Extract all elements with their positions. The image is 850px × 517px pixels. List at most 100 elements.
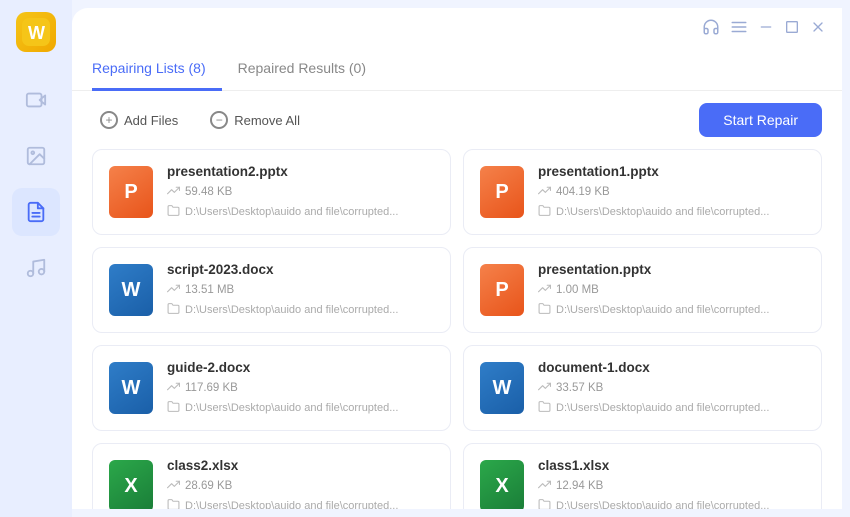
file-path-value: D:\Users\Desktop\auido and file\corrupte… — [556, 304, 769, 316]
sidebar-item-image[interactable] — [12, 132, 60, 180]
file-info: script-2023.docx 13.51 MB D:\Users\Deskt… — [167, 262, 434, 318]
file-type-icon: P — [480, 264, 524, 316]
file-type-icon: W — [480, 362, 524, 414]
file-info: presentation2.pptx 59.48 KB D:\Users\Des… — [167, 164, 434, 220]
maximize-icon[interactable] — [784, 19, 800, 40]
file-path-value: D:\Users\Desktop\auido and file\corrupte… — [185, 206, 398, 218]
size-icon — [538, 380, 551, 396]
folder-icon — [167, 400, 180, 416]
file-path-value: D:\Users\Desktop\auido and file\corrupte… — [556, 206, 769, 218]
file-path-value: D:\Users\Desktop\auido and file\corrupte… — [185, 402, 398, 414]
file-type-icon: X — [480, 460, 524, 509]
file-size: 1.00 MB — [538, 282, 805, 298]
add-files-button[interactable]: + Add Files — [92, 107, 186, 133]
tab-repaired-results[interactable]: Repaired Results (0) — [238, 52, 382, 91]
file-type-icon: X — [109, 460, 153, 509]
file-info: guide-2.docx 117.69 KB D:\Users\Desktop\… — [167, 360, 434, 416]
file-icon-letter: X — [124, 475, 137, 498]
size-icon — [167, 380, 180, 396]
remove-all-button[interactable]: − Remove All — [202, 107, 308, 133]
sidebar: W — [0, 0, 72, 517]
file-card: W document-1.docx 33.57 KB D — [463, 345, 822, 431]
file-name: presentation.pptx — [538, 262, 805, 277]
remove-icon: − — [210, 111, 228, 129]
file-size: 28.69 KB — [167, 478, 434, 494]
file-size-value: 33.57 KB — [556, 382, 603, 394]
file-size: 13.51 MB — [167, 282, 434, 298]
file-name: script-2023.docx — [167, 262, 434, 277]
file-size-value: 1.00 MB — [556, 284, 599, 296]
sidebar-item-music[interactable] — [12, 244, 60, 292]
folder-icon — [538, 498, 551, 509]
main-panel: Repairing Lists (8) Repaired Results (0)… — [72, 8, 842, 509]
file-size-value: 13.51 MB — [185, 284, 234, 296]
file-info: class1.xlsx 12.94 KB D:\Users\Desktop\au… — [538, 458, 805, 509]
size-icon — [538, 282, 551, 298]
file-name: guide-2.docx — [167, 360, 434, 375]
folder-icon — [167, 204, 180, 220]
folder-icon — [167, 498, 180, 509]
folder-icon — [538, 204, 551, 220]
add-files-label: Add Files — [124, 113, 178, 128]
tabs-bar: Repairing Lists (8) Repaired Results (0) — [72, 51, 842, 91]
file-size-value: 59.48 KB — [185, 186, 232, 198]
sidebar-item-video[interactable] — [12, 76, 60, 124]
file-info: presentation1.pptx 404.19 KB D:\Users\De… — [538, 164, 805, 220]
file-path: D:\Users\Desktop\auido and file\corrupte… — [167, 302, 434, 318]
file-card: X class2.xlsx 28.69 KB D:\Us — [92, 443, 451, 509]
file-name: class2.xlsx — [167, 458, 434, 473]
start-repair-button[interactable]: Start Repair — [699, 103, 822, 137]
file-card: P presentation2.pptx 59.48 KB — [92, 149, 451, 235]
toolbar: + Add Files − Remove All Start Repair — [72, 91, 842, 149]
file-type-icon: W — [109, 362, 153, 414]
file-name: presentation2.pptx — [167, 164, 434, 179]
file-type-icon: W — [109, 264, 153, 316]
file-info: class2.xlsx 28.69 KB D:\Users\Desktop\au… — [167, 458, 434, 509]
app-logo: W — [16, 12, 56, 52]
file-path: D:\Users\Desktop\auido and file\corrupte… — [538, 302, 805, 318]
menu-icon[interactable] — [730, 18, 748, 41]
close-icon[interactable] — [810, 19, 826, 40]
file-icon-letter: P — [495, 279, 508, 302]
file-icon-letter: X — [495, 475, 508, 498]
file-icon-letter: W — [122, 377, 141, 400]
file-path: D:\Users\Desktop\auido and file\corrupte… — [538, 498, 805, 509]
remove-all-label: Remove All — [234, 113, 300, 128]
minimize-icon[interactable] — [758, 19, 774, 40]
svg-text:W: W — [28, 23, 45, 43]
file-path-value: D:\Users\Desktop\auido and file\corrupte… — [185, 304, 398, 316]
file-path: D:\Users\Desktop\auido and file\corrupte… — [167, 400, 434, 416]
size-icon — [538, 184, 551, 200]
files-grid: P presentation2.pptx 59.48 KB — [72, 149, 842, 509]
file-size-value: 117.69 KB — [185, 382, 238, 394]
file-path-value: D:\Users\Desktop\auido and file\corrupte… — [556, 402, 769, 414]
size-icon — [167, 282, 180, 298]
file-path: D:\Users\Desktop\auido and file\corrupte… — [167, 498, 434, 509]
file-icon-letter: P — [495, 181, 508, 204]
folder-icon — [167, 302, 180, 318]
file-card: W script-2023.docx 13.51 MB — [92, 247, 451, 333]
file-size: 404.19 KB — [538, 184, 805, 200]
file-icon-letter: P — [124, 181, 137, 204]
file-icon-letter: W — [122, 279, 141, 302]
file-path-value: D:\Users\Desktop\auido and file\corrupte… — [185, 500, 398, 509]
add-icon: + — [100, 111, 118, 129]
folder-icon — [538, 302, 551, 318]
file-card: P presentation1.pptx 404.19 KB — [463, 149, 822, 235]
file-icon-letter: W — [493, 377, 512, 400]
headphones-icon[interactable] — [702, 18, 720, 41]
tab-repairing-lists[interactable]: Repairing Lists (8) — [92, 52, 222, 91]
sidebar-item-document[interactable] — [12, 188, 60, 236]
toolbar-left: + Add Files − Remove All — [92, 107, 308, 133]
file-info: presentation.pptx 1.00 MB D:\Users\Deskt… — [538, 262, 805, 318]
file-name: presentation1.pptx — [538, 164, 805, 179]
file-size-value: 12.94 KB — [556, 480, 603, 492]
file-size: 12.94 KB — [538, 478, 805, 494]
file-size: 59.48 KB — [167, 184, 434, 200]
file-info: document-1.docx 33.57 KB D:\Users\Deskto… — [538, 360, 805, 416]
file-size: 117.69 KB — [167, 380, 434, 396]
folder-icon — [538, 400, 551, 416]
file-path-value: D:\Users\Desktop\auido and file\corrupte… — [556, 500, 769, 509]
file-size: 33.57 KB — [538, 380, 805, 396]
file-size-value: 28.69 KB — [185, 480, 232, 492]
